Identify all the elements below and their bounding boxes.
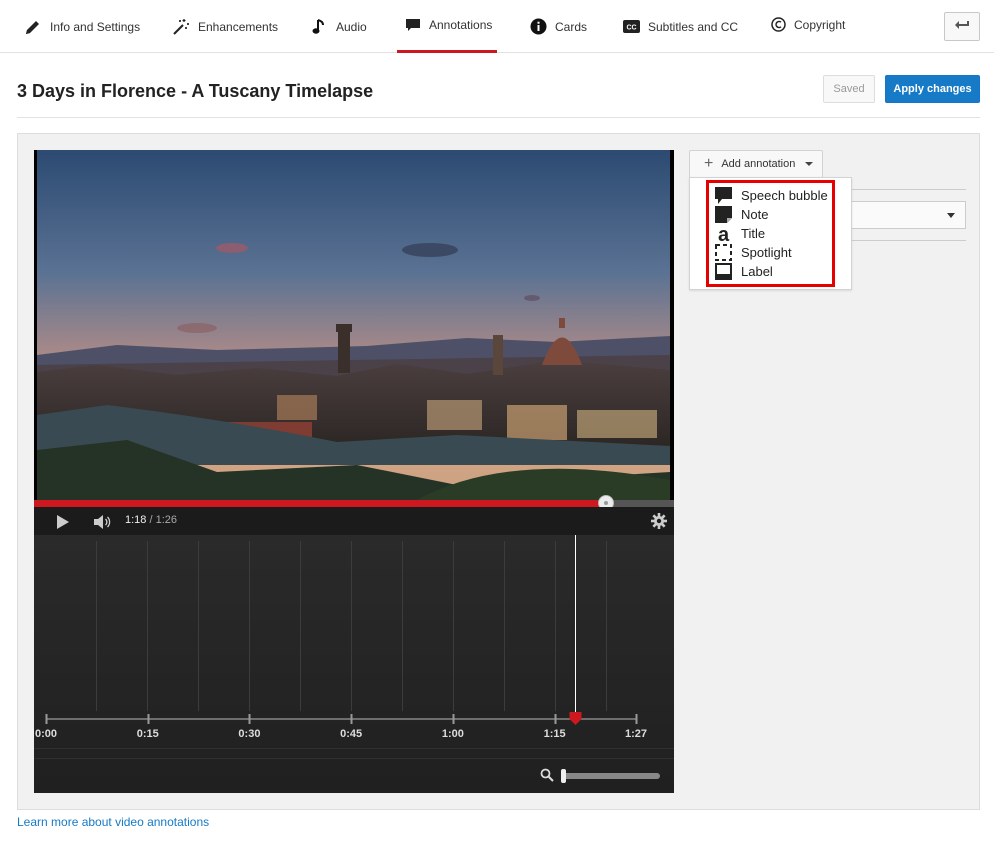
time-separator: / xyxy=(146,514,156,526)
tab-cards[interactable]: Cards xyxy=(530,0,587,53)
back-button[interactable] xyxy=(944,12,980,41)
tab-copyright[interactable]: Copyright xyxy=(771,0,845,51)
tab-label: Info and Settings xyxy=(50,19,141,34)
magnifier-icon[interactable] xyxy=(540,768,554,785)
chevron-down-icon xyxy=(947,213,955,218)
video-title: 3 Days in Florence - A Tuscany Timelapse xyxy=(17,81,374,101)
music-note-icon xyxy=(312,18,328,36)
tab-enhancements[interactable]: Enhancements xyxy=(172,0,278,53)
annotation-type-select[interactable] xyxy=(850,201,966,229)
annotation-timeline[interactable]: 0:00 0:15 0:30 0:45 1:00 1:15 1:27 xyxy=(34,535,674,793)
video-progress-fill xyxy=(34,500,606,507)
current-time: 1:18 xyxy=(125,514,147,526)
menu-highlight-box xyxy=(706,180,835,287)
timeline-zoom-handle[interactable] xyxy=(561,769,566,783)
magic-wand-icon xyxy=(172,18,190,36)
timeline-tick-label: 0:30 xyxy=(238,728,261,740)
timeline-tick-label: 1:15 xyxy=(543,728,566,740)
timeline-tick-label: 0:15 xyxy=(136,728,159,740)
timeline-zoom-slider[interactable] xyxy=(562,773,660,779)
video-player[interactable] xyxy=(34,150,674,500)
svg-text:CC: CC xyxy=(626,25,636,32)
video-frame xyxy=(37,150,670,500)
return-arrow-icon xyxy=(954,19,970,34)
tab-info-and-settings[interactable]: Info and Settings xyxy=(24,0,140,53)
tab-label: Subtitles and CC xyxy=(648,19,739,34)
tab-label: Cards xyxy=(555,19,588,34)
time-display: 1:18 / 1:26 xyxy=(125,514,177,526)
timeline-tick-label: 0:00 xyxy=(34,728,58,740)
caret-down-icon xyxy=(805,162,814,166)
tab-label: Audio xyxy=(336,19,367,34)
video-progress-bar[interactable] xyxy=(34,495,674,511)
add-annotation-label: Add annotation xyxy=(721,158,796,170)
cc-icon: CC xyxy=(623,20,640,33)
player-controls: 1:18 / 1:26 xyxy=(34,507,674,535)
annotation-panel-divider xyxy=(850,240,966,241)
tab-annotations[interactable]: Annotations xyxy=(397,0,497,53)
tab-label: Copyright xyxy=(794,17,846,32)
pencil-icon xyxy=(24,18,42,36)
tab-label: Enhancements xyxy=(198,19,279,34)
learn-more-link[interactable]: Learn more about video annotations xyxy=(17,815,209,829)
tab-audio[interactable]: Audio xyxy=(312,0,367,53)
gear-icon[interactable] xyxy=(651,513,667,532)
volume-icon[interactable] xyxy=(93,515,113,532)
add-annotation-button[interactable]: + Add annotation xyxy=(689,150,823,178)
saved-button[interactable]: Saved xyxy=(823,75,875,103)
play-icon[interactable] xyxy=(56,515,70,532)
tab-label: Annotations xyxy=(429,18,493,32)
annotation-panel-divider xyxy=(850,189,966,190)
plus-icon: + xyxy=(704,155,714,172)
timeline-tick-label: 1:27 xyxy=(624,728,648,740)
timeline-tick-label: 0:45 xyxy=(340,728,363,740)
apply-changes-button[interactable]: Apply changes xyxy=(885,75,980,103)
copyright-icon xyxy=(771,17,786,32)
speech-bubble-icon xyxy=(405,18,421,32)
duration: 1:26 xyxy=(155,514,178,526)
timeline-tick-label: 1:00 xyxy=(441,728,464,740)
tab-subtitles-and-cc[interactable]: CC Subtitles and CC xyxy=(623,0,738,53)
info-icon xyxy=(530,18,547,35)
editor-tab-bar: Info and Settings Enhancements Audio Ann… xyxy=(0,0,994,53)
header-divider xyxy=(17,117,980,118)
timeline-playhead-marker[interactable] xyxy=(569,712,582,725)
